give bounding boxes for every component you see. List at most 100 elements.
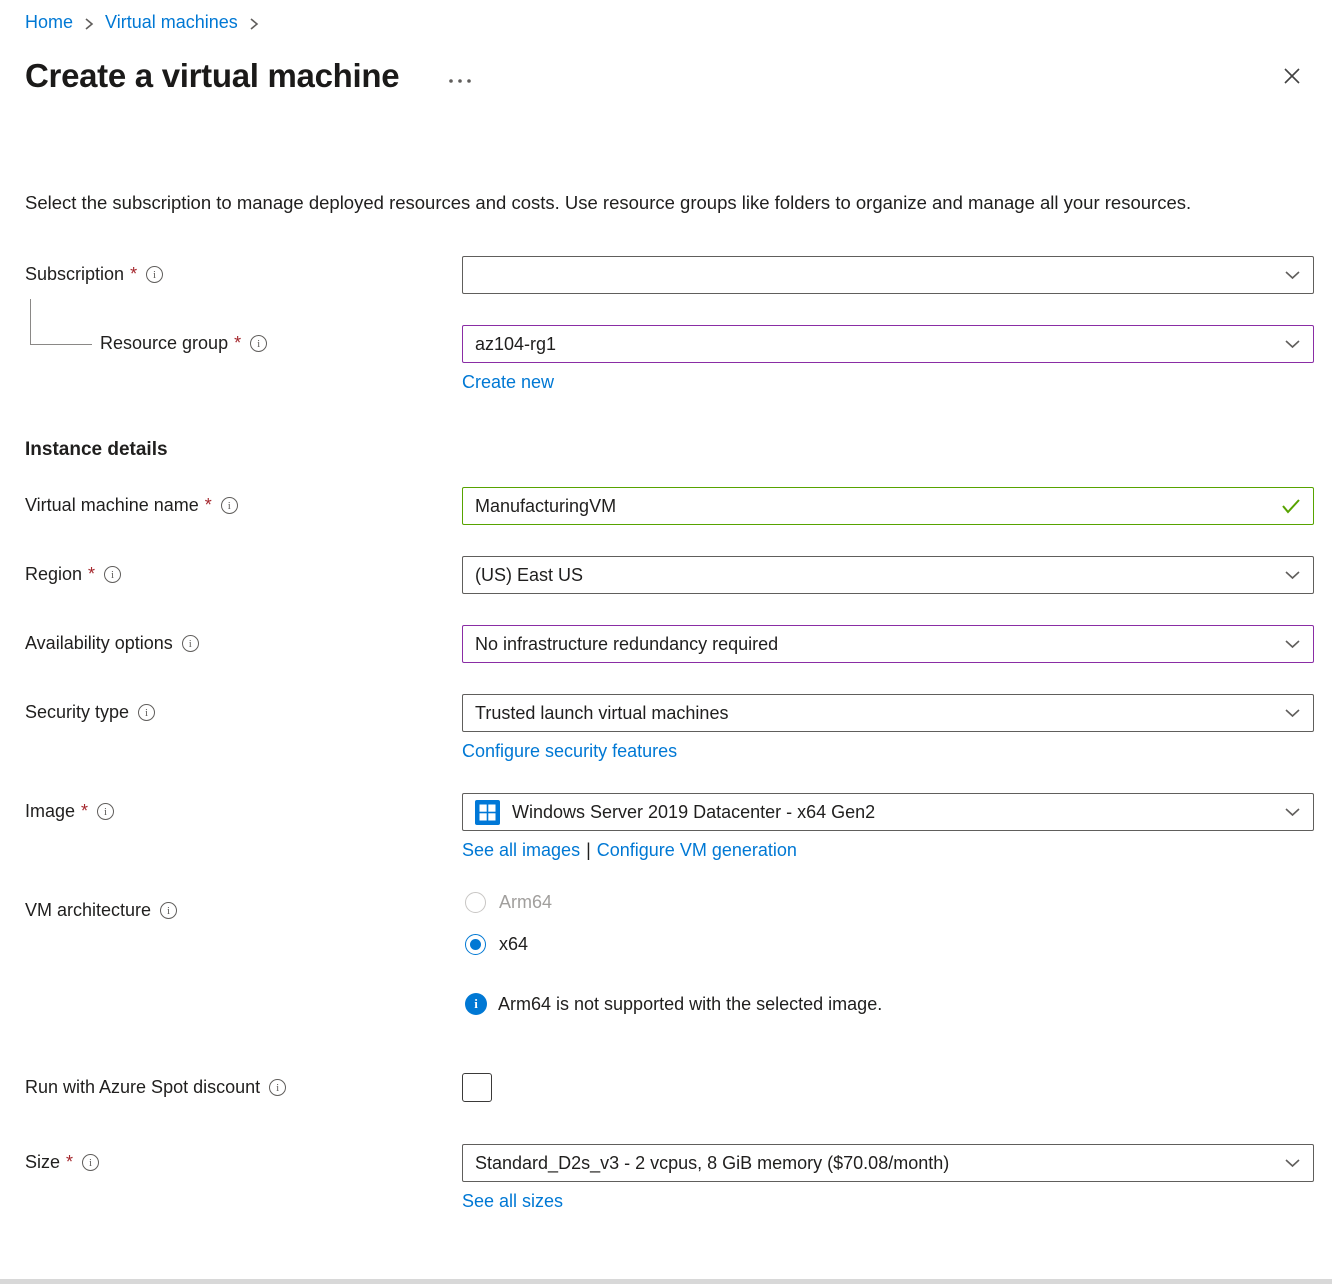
radio-x64-label: x64 [499,934,528,955]
required-marker: * [88,564,95,585]
resource-group-value: az104-rg1 [475,334,1274,355]
spot-label-group: Run with Azure Spot discount [25,1073,462,1098]
subscription-dropdown[interactable] [462,256,1314,294]
chevron-down-icon [1284,569,1301,581]
links-separator: | [586,840,591,860]
chevron-down-icon [1284,707,1301,719]
resource-group-row: Resource group * az104-rg1 Create new [25,325,1314,393]
info-icon[interactable] [221,497,238,514]
chevron-down-icon [1284,338,1301,350]
size-dropdown[interactable]: Standard_D2s_v3 - 2 vcpus, 8 GiB memory … [462,1144,1314,1182]
vm-architecture-label: VM architecture [25,900,151,921]
instance-details-heading: Instance details [25,439,1314,461]
breadcrumb-virtual-machines-link[interactable]: Virtual machines [105,12,238,33]
arch-info-text: Arm64 is not supported with the selected… [498,994,882,1015]
size-label: Size [25,1152,60,1173]
vm-architecture-row: VM architecture Arm64 x64 Arm64 is not s… [25,892,1314,1015]
arch-info-message: Arm64 is not supported with the selected… [465,993,1314,1015]
create-vm-page: Home Virtual machines Create a virtual m… [0,0,1332,1212]
security-type-row: Security type Trusted launch virtual mac… [25,694,1314,762]
spot-discount-checkbox[interactable] [462,1073,492,1102]
security-type-label: Security type [25,702,129,723]
availability-options-row: Availability options No infrastructure r… [25,625,1314,663]
availability-label: Availability options [25,633,173,654]
chevron-down-icon [1284,638,1301,650]
breadcrumb-home-link[interactable]: Home [25,12,73,33]
vm-name-field [462,487,1314,525]
resource-group-dropdown[interactable]: az104-rg1 [462,325,1314,363]
spot-discount-row: Run with Azure Spot discount [25,1073,1314,1102]
required-marker: * [81,801,88,822]
size-row: Size * Standard_D2s_v3 - 2 vcpus, 8 GiB … [25,1144,1314,1212]
create-new-link[interactable]: Create new [462,372,554,393]
subscription-label: Subscription [25,264,124,285]
tree-connector [30,299,92,345]
info-icon[interactable] [146,266,163,283]
radio-circle-icon [465,934,486,955]
security-type-label-group: Security type [25,694,462,723]
radio-x64[interactable]: x64 [465,934,1314,955]
chevron-down-icon [1284,1157,1301,1169]
vm-name-label-group: Virtual machine name * [25,487,462,516]
region-label-group: Region * [25,556,462,585]
image-label-group: Image * [25,793,462,822]
radio-arm64: Arm64 [465,892,1314,913]
breadcrumb: Home Virtual machines [25,10,1314,33]
size-value: Standard_D2s_v3 - 2 vcpus, 8 GiB memory … [475,1153,1274,1174]
chevron-down-icon [1284,269,1301,281]
title-bar: Create a virtual machine [25,57,1314,95]
size-label-group: Size * [25,1144,462,1173]
configure-security-features-link[interactable]: Configure security features [462,741,677,762]
subscription-row: Subscription * [25,256,1314,294]
info-icon[interactable] [97,803,114,820]
region-value: (US) East US [475,565,1274,586]
availability-options-dropdown[interactable]: No infrastructure redundancy required [462,625,1314,663]
bottom-divider [0,1279,1332,1284]
chevron-right-icon [248,17,260,31]
resource-group-label: Resource group [100,333,228,354]
info-icon[interactable] [138,704,155,721]
info-icon[interactable] [269,1079,286,1096]
required-marker: * [66,1152,73,1173]
chevron-down-icon [1284,806,1301,818]
required-marker: * [234,333,241,354]
basics-form: Subscription * Resource group * [25,256,1314,1212]
vm-name-label: Virtual machine name [25,495,199,516]
region-label: Region [25,564,82,585]
image-value: Windows Server 2019 Datacenter - x64 Gen… [512,802,875,823]
see-all-sizes-link[interactable]: See all sizes [462,1191,563,1212]
chevron-right-icon [83,17,95,31]
image-label: Image [25,801,75,822]
info-icon[interactable] [160,902,177,919]
radio-circle-icon [465,892,486,913]
page-title: Create a virtual machine [25,57,399,95]
windows-logo-icon [475,800,500,825]
info-icon[interactable] [104,566,121,583]
required-marker: * [130,264,137,285]
region-dropdown[interactable]: (US) East US [462,556,1314,594]
intro-text: Select the subscription to manage deploy… [25,187,1287,218]
region-row: Region * (US) East US [25,556,1314,594]
info-icon[interactable] [182,635,199,652]
info-filled-icon [465,993,487,1015]
security-type-value: Trusted launch virtual machines [475,703,1274,724]
subscription-label-group: Subscription * [25,256,462,285]
spot-label: Run with Azure Spot discount [25,1077,260,1098]
valid-check-icon [1281,498,1301,514]
image-row: Image * [25,793,1314,861]
vm-name-input[interactable] [475,488,1281,524]
vm-architecture-label-group: VM architecture [25,892,462,921]
info-icon[interactable] [250,335,267,352]
configure-vm-generation-link[interactable]: Configure VM generation [597,840,797,861]
availability-value: No infrastructure redundancy required [475,634,1274,655]
image-dropdown[interactable]: Windows Server 2019 Datacenter - x64 Gen… [462,793,1314,831]
required-marker: * [205,495,212,516]
close-icon[interactable] [1278,62,1306,90]
info-icon[interactable] [82,1154,99,1171]
more-options-icon[interactable] [447,77,473,85]
see-all-images-link[interactable]: See all images [462,840,580,861]
security-type-dropdown[interactable]: Trusted launch virtual machines [462,694,1314,732]
availability-label-group: Availability options [25,625,462,654]
vm-name-row: Virtual machine name * [25,487,1314,525]
radio-arm64-label: Arm64 [499,892,552,913]
